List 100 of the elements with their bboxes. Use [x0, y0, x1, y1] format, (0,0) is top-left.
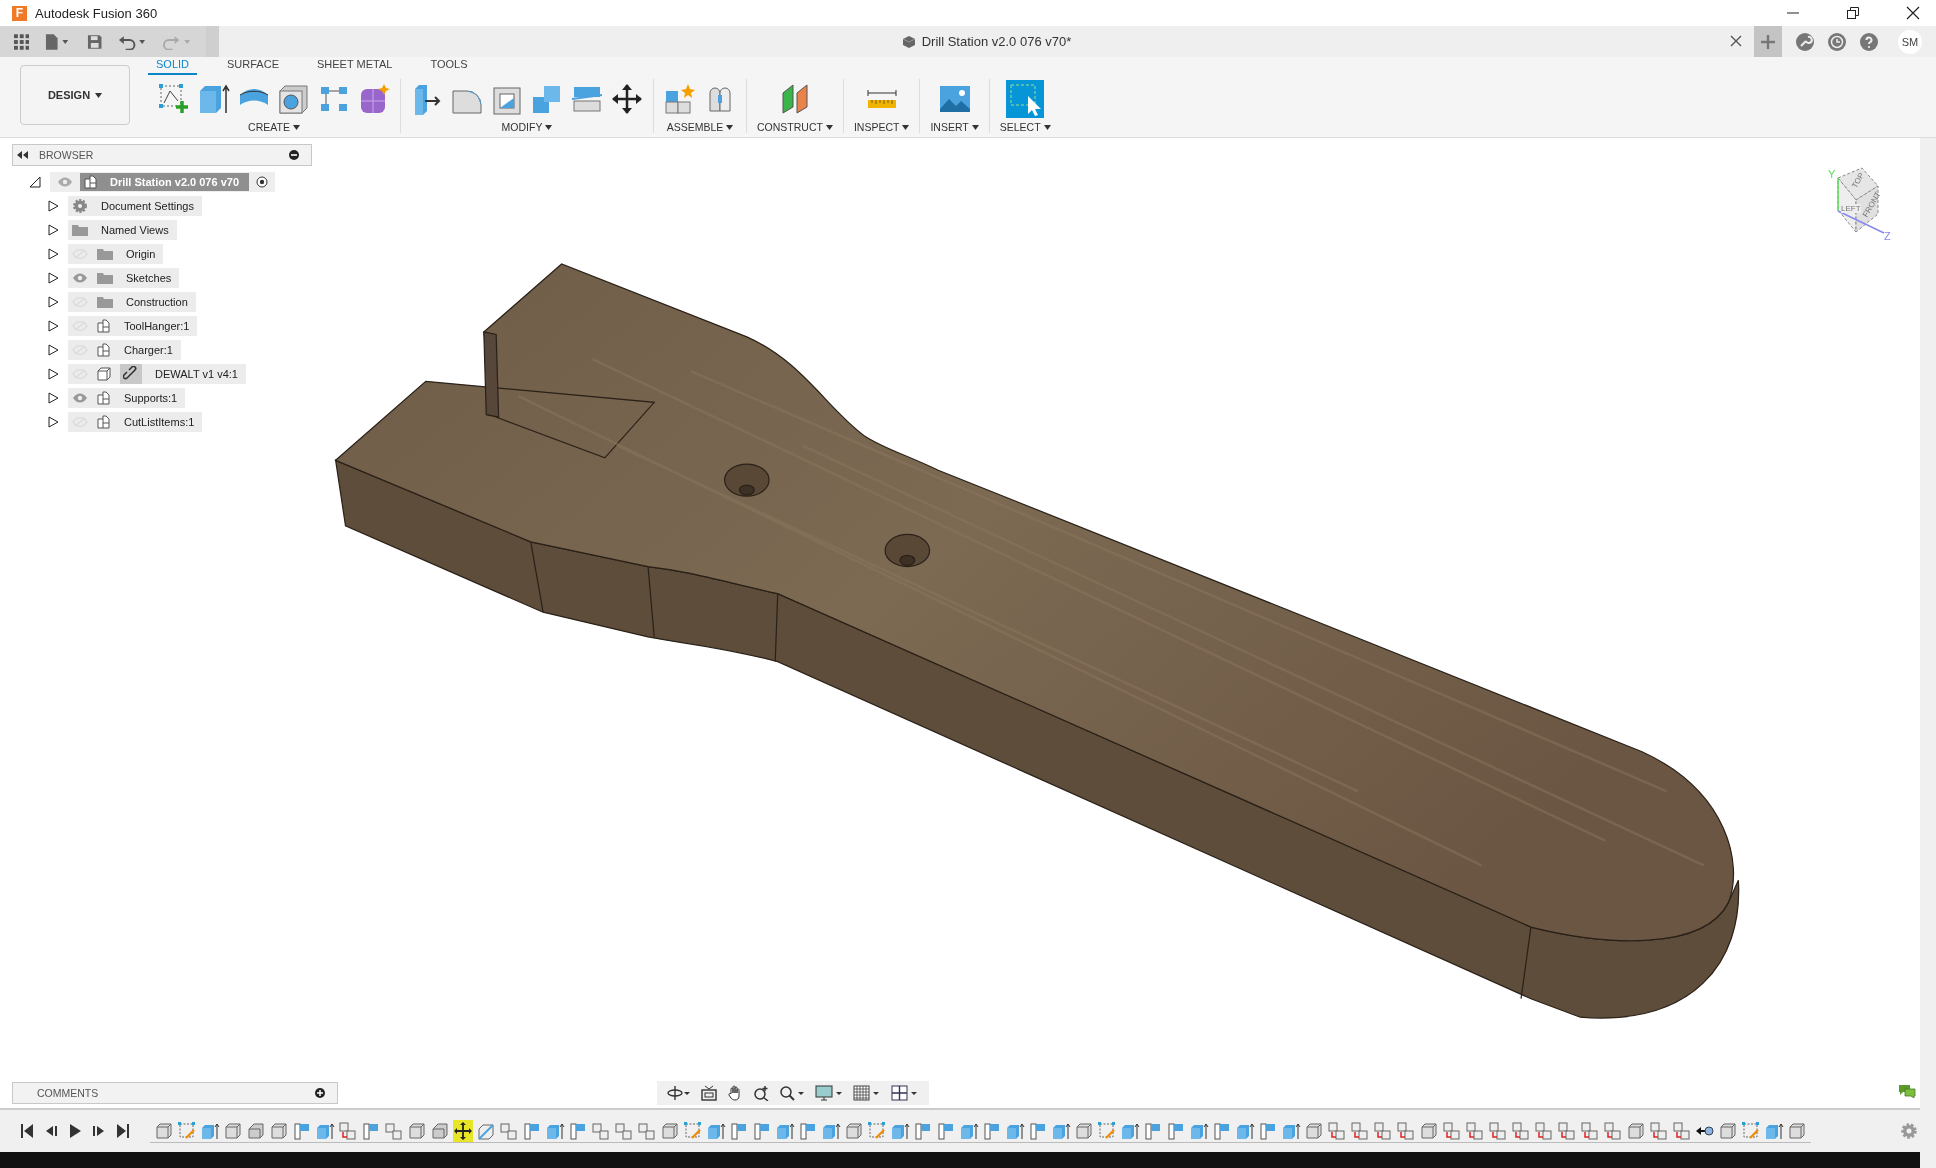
expand-triangle-icon[interactable] — [47, 344, 59, 356]
tree-item[interactable]: Construction — [68, 292, 196, 312]
eye-icon[interactable] — [72, 273, 88, 283]
new-component-icon[interactable] — [664, 83, 696, 115]
tool-group-menu[interactable]: CREATE — [248, 121, 300, 133]
tree-item[interactable]: Sketches — [68, 268, 180, 288]
folder-icon — [97, 248, 113, 260]
help-icon[interactable] — [1860, 32, 1878, 51]
body-icon — [97, 367, 111, 381]
axis-label: Z — [1884, 230, 1891, 242]
tree-item[interactable]: Named Views — [68, 220, 177, 240]
eye-icon[interactable] — [72, 393, 88, 403]
tree-item[interactable]: Document Settings — [68, 196, 202, 216]
expand-triangle-icon[interactable] — [47, 248, 59, 260]
folder-icon — [97, 296, 113, 308]
eye-icon[interactable] — [57, 177, 73, 187]
workspace-button[interactable]: DESIGN — [20, 65, 130, 125]
apps-grid-icon[interactable] — [14, 33, 30, 50]
viewports-icon[interactable] — [891, 1085, 919, 1101]
save-icon[interactable] — [86, 33, 103, 50]
tool-group-menu[interactable]: CONSTRUCT — [757, 121, 833, 133]
component-icon — [97, 391, 111, 405]
active-radio-icon[interactable] — [256, 176, 268, 188]
comments-title: COMMENTS — [37, 1087, 99, 1099]
caret-icon — [902, 124, 910, 130]
close-icon[interactable] — [1730, 35, 1742, 47]
skip-end-icon[interactable] — [116, 1123, 130, 1139]
tool-group-menu[interactable]: SELECT — [999, 121, 1051, 133]
tree-item[interactable]: Origin — [68, 244, 164, 264]
expand-triangle-icon[interactable] — [29, 176, 41, 188]
toolbar-tab[interactable]: SHEET METAL — [309, 58, 401, 75]
toolbar-tab[interactable]: SOLID — [148, 58, 197, 75]
document-tab[interactable]: Drill Station v2.0 076 v70* — [219, 26, 1754, 57]
expand-triangle-icon[interactable] — [47, 368, 59, 380]
expand-triangle-icon[interactable] — [47, 224, 59, 236]
expand-triangle-icon[interactable] — [47, 416, 59, 428]
tool-group-menu[interactable]: MODIFY — [501, 121, 553, 133]
step-back-icon[interactable] — [44, 1123, 58, 1139]
tree-item[interactable]: Supports:1 — [68, 388, 186, 408]
tree-item-label: Drill Station v2.0 076 v70 — [110, 176, 239, 188]
orbit-icon[interactable] — [667, 1085, 691, 1101]
link-icon — [120, 364, 142, 384]
tool-group-menu[interactable]: INSPECT — [853, 121, 910, 133]
combine-icon[interactable] — [531, 83, 563, 115]
caret-icon — [95, 92, 103, 98]
app-logo: F — [12, 5, 27, 21]
window-title: Autodesk Fusion 360 — [35, 5, 158, 21]
tree-item[interactable]: CutListItems:1 — [68, 412, 203, 432]
image-icon[interactable] — [938, 83, 971, 115]
tree-item[interactable]: Charger:1 — [68, 340, 181, 360]
expand-triangle-icon[interactable] — [47, 200, 59, 212]
move-icon[interactable] — [611, 83, 643, 115]
zoom-window-icon[interactable] — [779, 1085, 805, 1101]
timeline-feature[interactable] — [453, 1119, 473, 1142]
skip-start-icon[interactable] — [20, 1123, 34, 1139]
file-icon[interactable] — [45, 33, 71, 50]
select-icon[interactable] — [1006, 80, 1045, 118]
toolbar-tab[interactable]: SURFACE — [219, 58, 287, 75]
hole-icon[interactable] — [278, 83, 310, 115]
plus-icon — [1760, 33, 1776, 50]
grid-icon[interactable] — [853, 1085, 881, 1101]
caret-icon — [825, 124, 833, 130]
view-cube-label[interactable]: LEFT — [1841, 204, 1861, 213]
extrude-icon[interactable] — [198, 83, 230, 115]
caret-icon — [545, 124, 553, 130]
user-avatar[interactable]: SM — [1898, 29, 1922, 54]
collapse-icon[interactable] — [17, 151, 29, 159]
tool-group-menu[interactable]: INSERT — [930, 121, 979, 133]
play-icon[interactable] — [68, 1123, 82, 1139]
expand-triangle-icon[interactable] — [47, 320, 59, 332]
close-icon[interactable] — [1906, 6, 1920, 20]
new-tab-button[interactable] — [1754, 26, 1782, 57]
settings-icon[interactable] — [1900, 1122, 1918, 1140]
folder-icon — [72, 224, 88, 236]
component-icon — [84, 175, 98, 189]
tree-item[interactable]: DEWALT v1 v4:1 — [68, 364, 246, 384]
toolbar-tab[interactable]: TOOLS — [422, 58, 476, 75]
step-forward-icon[interactable] — [92, 1123, 106, 1139]
caret-icon — [726, 124, 734, 130]
clock-icon[interactable] — [1828, 32, 1846, 51]
component-icon — [97, 319, 111, 333]
add-icon[interactable] — [315, 1088, 325, 1098]
tree-item[interactable]: ToolHanger:1 — [68, 316, 198, 336]
pan-hand-icon[interactable] — [727, 1085, 743, 1101]
look-at-icon[interactable] — [701, 1085, 717, 1101]
axis-label: Y — [1828, 168, 1836, 180]
minus-icon[interactable] — [289, 150, 299, 160]
display-settings-icon[interactable] — [815, 1085, 843, 1101]
form-icon[interactable] — [358, 83, 390, 115]
sketch-icon[interactable] — [158, 83, 190, 115]
zoom-icon[interactable] — [753, 1085, 769, 1101]
expand-triangle-icon[interactable] — [47, 272, 59, 284]
undo-icon[interactable] — [118, 33, 147, 50]
tool-group-menu[interactable]: ASSEMBLE — [666, 121, 734, 133]
restore-icon[interactable] — [1846, 6, 1860, 20]
expand-triangle-icon[interactable] — [47, 392, 59, 404]
expand-triangle-icon[interactable] — [47, 296, 59, 308]
scrollbar[interactable] — [1920, 138, 1936, 1168]
wrench-icon[interactable] — [1796, 32, 1814, 51]
chat-icon[interactable] — [1898, 1084, 1916, 1098]
